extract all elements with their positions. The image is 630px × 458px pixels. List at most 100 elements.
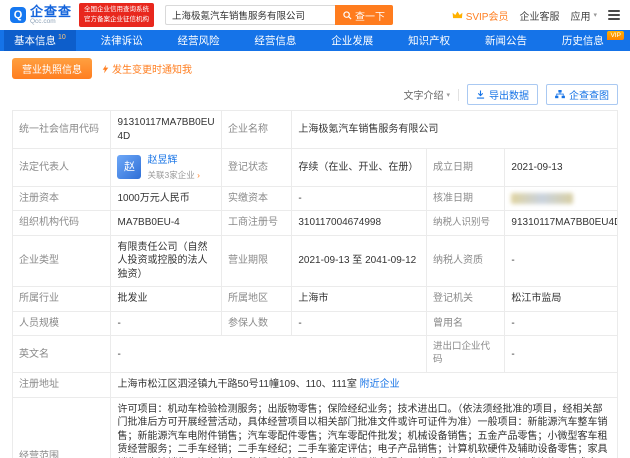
qcc-logo-icon: Q <box>10 7 26 23</box>
search-input[interactable] <box>165 5 335 25</box>
former-name-label: 曾用名 <box>427 311 505 336</box>
notify-label: 发生变更时通知我 <box>112 61 192 76</box>
business-term-label: 营业期限 <box>222 235 292 287</box>
business-term-value: 2021-09-13 至 2041-09-12 <box>292 235 427 287</box>
text-intro-dropdown[interactable]: 文字介绍 ▾ <box>403 87 450 102</box>
taxpayer-id-label: 纳税人识别号 <box>427 211 505 236</box>
address-text: 上海市松江区泗泾镇九干路50号11幢109、110、111室 <box>117 379 356 390</box>
approval-date-value <box>505 186 618 211</box>
vip-badge: VIP <box>607 31 623 40</box>
paid-capital-value: - <box>292 186 427 211</box>
toolbar-divider <box>458 89 459 101</box>
qcc-logo[interactable]: Q 企查查 Qcc.com <box>10 5 72 25</box>
reg-authority-label: 登记机关 <box>427 287 505 312</box>
table-row: 英文名 - 进出口企业代码 - <box>13 336 618 373</box>
business-scope-label: 经营范围 <box>13 397 111 458</box>
reg-authority-value: 松江市监局 <box>505 287 618 312</box>
apps-label: 应用 <box>570 8 590 23</box>
top-bar: Q 企查查 Qcc.com 全国企业信用查询系统 官方备案企业征信机构 查一下 … <box>0 0 630 28</box>
reg-number-label: 工商注册号 <box>222 211 292 236</box>
apps-menu[interactable]: 应用 ▾ <box>570 8 597 23</box>
org-code-label: 组织机构代码 <box>13 211 111 236</box>
section-tab-business-license[interactable]: 营业执照信息 <box>12 58 92 79</box>
table-row: 注册地址 上海市松江区泗泾镇九干路50号11幢109、110、111室 附近企业 <box>13 373 618 398</box>
business-license-table: 统一社会信用代码 91310117MA7BB0EU4D 企业名称 上海极氪汽车销… <box>12 110 618 458</box>
customer-service-link[interactable]: 企业客服 <box>519 8 559 23</box>
credit-code-label: 统一社会信用代码 <box>13 111 111 149</box>
address-value: 上海市松江区泗泾镇九干路50号11幢109、110、111室 附近企业 <box>111 373 618 398</box>
tab-label: 历史信息 <box>562 33 604 48</box>
industry-value: 批发业 <box>111 287 222 312</box>
company-name-label: 企业名称 <box>222 111 292 149</box>
staff-size-label: 人员规模 <box>13 311 111 336</box>
english-name-label: 英文名 <box>13 336 111 373</box>
table-row: 经营范围 许可项目：机动车检验检测服务；出版物零售；保险经纪业务；技术进出口。（… <box>13 397 618 458</box>
change-notify-link[interactable]: 发生变更时通知我 <box>102 61 192 76</box>
legal-rep-cell: 赵 赵昱辉 关联3家企业 › <box>117 154 215 181</box>
org-chart-icon <box>555 90 565 99</box>
reg-capital-value: 1000万元人民币 <box>111 186 222 211</box>
caret-down-icon: ▾ <box>593 11 597 19</box>
tab-label: 基本信息 <box>14 33 56 48</box>
tab-label: 法律诉讼 <box>101 33 143 48</box>
export-data-button[interactable]: 导出数据 <box>467 84 538 105</box>
crown-icon <box>452 11 463 19</box>
legal-rep-name-link[interactable]: 赵昱辉 <box>147 154 199 168</box>
industry-label: 所属行业 <box>13 287 111 312</box>
table-row: 统一社会信用代码 91310117MA7BB0EU4D 企业名称 上海极氪汽车销… <box>13 111 618 149</box>
menu-icon[interactable] <box>608 10 620 20</box>
reg-capital-label: 注册资本 <box>13 186 111 211</box>
search-bar: 查一下 <box>165 5 393 25</box>
company-graph-button[interactable]: 企查查图 <box>546 84 618 105</box>
taxpayer-quality-value: - <box>505 235 618 287</box>
company-type-value: 有限责任公司（自然人投资或控股的法人独资） <box>111 235 222 287</box>
legal-rep-label: 法定代表人 <box>13 149 111 187</box>
org-code-value: MA7BB0EU-4 <box>111 211 222 236</box>
tab-business-risk[interactable]: 经营风险 <box>168 30 230 51</box>
paid-capital-label: 实缴资本 <box>222 186 292 211</box>
slogan-line1: 全国企业信用查询系统 <box>84 5 149 15</box>
region-value: 上海市 <box>292 287 427 312</box>
former-name-value: - <box>505 311 618 336</box>
arrow-right-icon: › <box>197 170 200 180</box>
tab-intellectual-property[interactable]: 知识产权 <box>398 30 460 51</box>
graph-label: 企查查图 <box>569 87 609 102</box>
reg-status-label: 登记状态 <box>222 149 292 187</box>
region-label: 所属地区 <box>222 287 292 312</box>
related-companies-link[interactable]: 关联3家企业 › <box>147 170 199 181</box>
table-row: 所属行业 批发业 所属地区 上海市 登记机关 松江市监局 <box>13 287 618 312</box>
top-right-links: SVIP会员 企业客服 应用 ▾ <box>452 8 620 23</box>
legal-rep-avatar[interactable]: 赵 <box>117 155 141 179</box>
tab-legal-litigation[interactable]: 法律诉讼 <box>91 30 153 51</box>
svip-link[interactable]: SVIP会员 <box>452 8 509 23</box>
search-button[interactable]: 查一下 <box>335 5 393 25</box>
slogan-line2: 官方备案企业征信机构 <box>84 15 149 25</box>
table-row: 组织机构代码 MA7BB0EU-4 工商注册号 310117004674998 … <box>13 211 618 236</box>
tab-company-development[interactable]: 企业发展 <box>321 30 383 51</box>
svip-label: SVIP会员 <box>466 8 509 23</box>
tab-business-info[interactable]: 经营信息 <box>244 30 306 51</box>
address-label: 注册地址 <box>13 373 111 398</box>
tab-news[interactable]: 新闻公告 <box>475 30 537 51</box>
nearby-companies-link[interactable]: 附近企业 <box>360 379 400 390</box>
est-date-label: 成立日期 <box>427 149 505 187</box>
table-row: 注册资本 1000万元人民币 实缴资本 - 核准日期 <box>13 186 618 211</box>
blurred-value <box>511 193 573 204</box>
text-intro-label: 文字介绍 <box>403 87 443 102</box>
tab-count-badge: 10 <box>58 34 66 41</box>
staff-size-value: - <box>111 311 222 336</box>
tab-label: 经营信息 <box>254 33 296 48</box>
content-toolbar: 文字介绍 ▾ 导出数据 企查查图 <box>12 84 618 105</box>
lightning-icon <box>102 64 109 74</box>
tab-label: 知识产权 <box>408 33 450 48</box>
reg-number-value: 310117004674998 <box>292 211 427 236</box>
tab-label: 经营风险 <box>178 33 220 48</box>
import-export-code-value: - <box>505 336 618 373</box>
related-companies-label: 关联3家企业 <box>147 170 194 180</box>
search-button-label: 查一下 <box>355 8 385 23</box>
tab-basic-info[interactable]: 基本信息 10 <box>4 30 76 51</box>
insured-count-value: - <box>292 311 427 336</box>
tab-history[interactable]: 历史信息 VIP <box>552 30 626 51</box>
download-icon <box>476 90 485 99</box>
english-name-value: - <box>111 336 427 373</box>
